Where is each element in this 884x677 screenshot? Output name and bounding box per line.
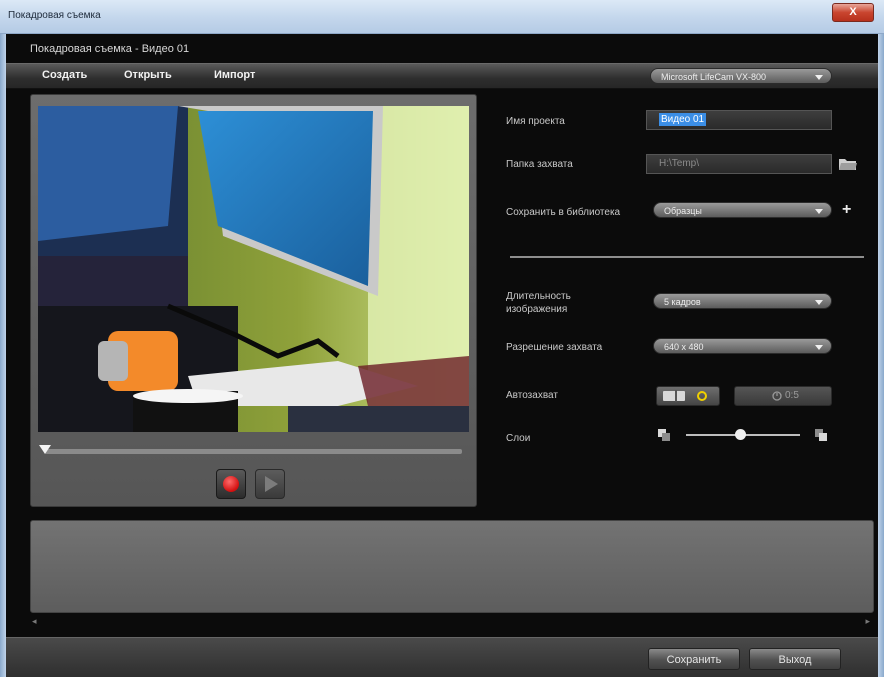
auto-capture-off[interactable] bbox=[663, 391, 685, 401]
folder-icon[interactable] bbox=[839, 157, 857, 171]
menu-create[interactable]: Создать bbox=[42, 69, 87, 81]
dropdown-caret-icon bbox=[815, 300, 823, 305]
preview-panel bbox=[30, 94, 477, 507]
play-icon bbox=[265, 476, 278, 492]
scroll-right-icon[interactable]: ▸ bbox=[865, 616, 870, 627]
playhead-handle[interactable] bbox=[39, 445, 51, 454]
library-select[interactable]: Образцы bbox=[653, 202, 832, 218]
capture-folder-label: Папка захвата bbox=[506, 159, 573, 170]
capture-resolution-label: Разрешение захвата bbox=[506, 342, 603, 353]
project-name-value: Видео 01 bbox=[659, 113, 707, 126]
auto-capture-label: Автозахват bbox=[506, 390, 558, 401]
toggle-divider bbox=[675, 390, 677, 402]
capture-timeline-bar[interactable] bbox=[45, 449, 462, 454]
record-button[interactable] bbox=[216, 469, 246, 499]
image-duration-label-line1: Длительность bbox=[506, 291, 571, 302]
project-subtitle: Покадровая съемка - Видео 01 bbox=[30, 43, 190, 55]
frames-timeline[interactable] bbox=[30, 520, 874, 613]
save-button[interactable]: Сохранить bbox=[648, 648, 740, 670]
window-title: Покадровая съемка bbox=[8, 10, 101, 21]
dropdown-caret-icon bbox=[815, 345, 823, 350]
project-name-field[interactable]: Видео 01 bbox=[646, 110, 832, 130]
section-divider bbox=[510, 256, 864, 258]
close-button[interactable]: X bbox=[832, 3, 874, 22]
capture-resolution-select[interactable]: 640 x 480 bbox=[653, 338, 832, 354]
menu-open[interactable]: Открыть bbox=[124, 69, 172, 81]
camera-select[interactable]: Microsoft LifeCam VX-800 bbox=[650, 68, 832, 84]
record-icon bbox=[223, 476, 239, 492]
library-select-value: Образцы bbox=[664, 206, 702, 216]
plus-icon[interactable]: + bbox=[842, 202, 851, 218]
app-content: Покадровая съемка - Видео 01 Создать Отк… bbox=[6, 34, 878, 677]
image-duration-value: 5 кадров bbox=[664, 297, 701, 307]
layers-label: Слои bbox=[506, 433, 531, 444]
auto-capture-toggle[interactable] bbox=[656, 386, 720, 406]
layers-slider-knob[interactable] bbox=[735, 429, 747, 440]
image-duration-label-line2: изображения bbox=[506, 304, 568, 315]
camera-select-value: Microsoft LifeCam VX-800 bbox=[661, 72, 767, 82]
layer-back-icon[interactable] bbox=[658, 429, 670, 441]
dropdown-caret-icon bbox=[815, 209, 823, 214]
image-duration-label: Длительность изображения bbox=[506, 290, 571, 316]
layer-front-icon[interactable] bbox=[815, 429, 827, 441]
capture-resolution-value: 640 x 480 bbox=[664, 342, 704, 352]
timer-icon bbox=[772, 391, 782, 401]
menu-import[interactable]: Импорт bbox=[214, 69, 255, 81]
window-frame-right bbox=[878, 34, 884, 677]
app-window: Покадровая съемка X Покадровая съемка - … bbox=[0, 0, 884, 677]
menu-bar: Создать Открыть Импорт Microsoft LifeCam… bbox=[6, 63, 878, 89]
dropdown-caret-icon bbox=[815, 75, 823, 80]
auto-capture-interval-button[interactable]: 0:5 bbox=[734, 386, 832, 406]
exit-button[interactable]: Выход bbox=[749, 648, 841, 670]
window-titlebar: Покадровая съемка X bbox=[0, 0, 884, 34]
auto-capture-timer-value: 0:5 bbox=[785, 390, 799, 401]
play-button[interactable] bbox=[255, 469, 285, 499]
camera-preview bbox=[38, 106, 469, 432]
auto-capture-on-icon[interactable] bbox=[697, 391, 707, 401]
close-icon: X bbox=[849, 6, 857, 18]
webcam-image bbox=[38, 106, 469, 432]
footer-bar: Сохранить Выход bbox=[6, 637, 878, 677]
project-name-label: Имя проекта bbox=[506, 116, 565, 127]
scroll-left-icon[interactable]: ◂ bbox=[32, 616, 37, 627]
capture-folder-value: H:\Temp\ bbox=[659, 158, 700, 169]
save-to-library-label: Сохранить в библиотека bbox=[506, 207, 621, 218]
image-duration-select[interactable]: 5 кадров bbox=[653, 293, 832, 309]
capture-folder-field[interactable]: H:\Temp\ bbox=[646, 154, 832, 174]
timeline-scrollbar[interactable]: ◂ ▸ bbox=[30, 616, 872, 628]
